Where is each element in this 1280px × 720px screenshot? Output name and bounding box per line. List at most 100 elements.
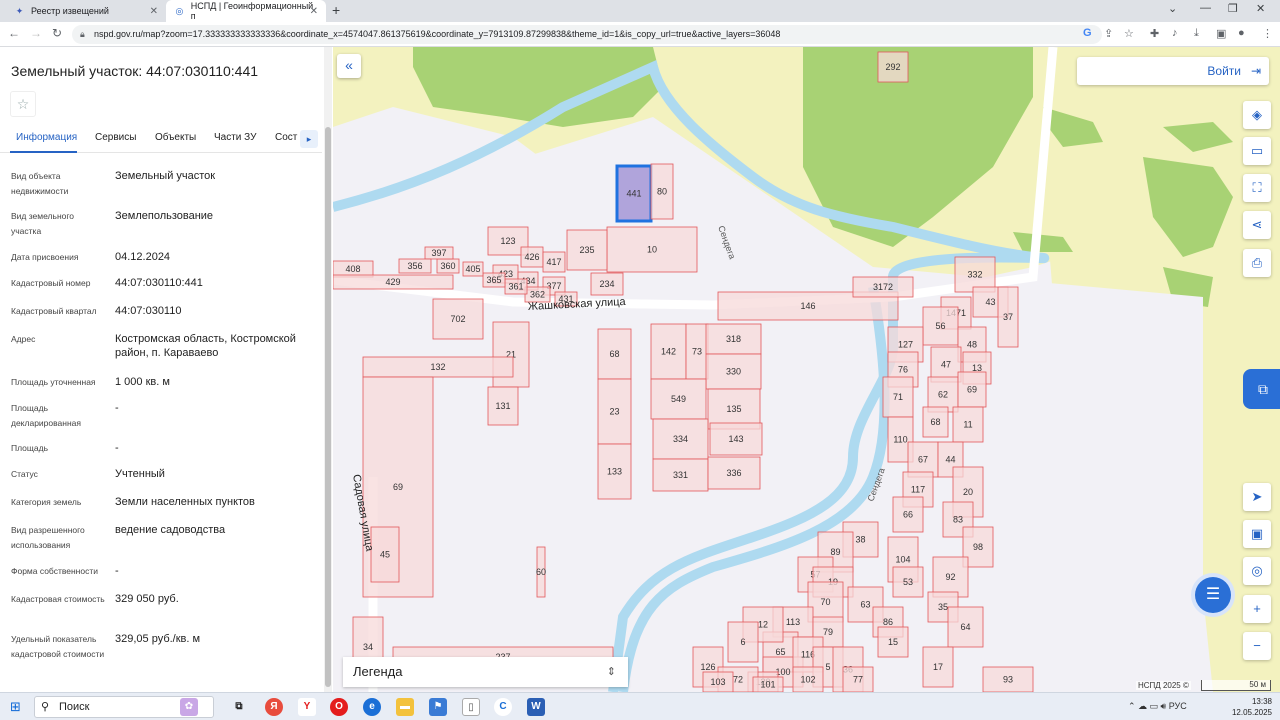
- tab-objects[interactable]: Объекты: [155, 132, 196, 143]
- edge-icon[interactable]: e: [363, 698, 381, 716]
- select-area-icon[interactable]: ⛶: [1243, 174, 1271, 202]
- tray-icons[interactable]: ⌃ ☁ ▭ 🔊︎ РУС: [1128, 701, 1187, 712]
- url-field[interactable]: 🔒︎ nspd.gov.ru/map?zoom=17.3333333333333…: [72, 25, 1102, 44]
- tab-parts[interactable]: Части ЗУ: [214, 132, 256, 143]
- zoom-out-button[interactable]: −: [1243, 632, 1271, 660]
- task-view-icon[interactable]: ⧉: [230, 698, 248, 716]
- parcel[interactable]: 102: [792, 666, 824, 692]
- parcel[interactable]: 56: [922, 306, 959, 346]
- parcel[interactable]: 60: [536, 546, 546, 598]
- parcel[interactable]: 142: [650, 323, 687, 380]
- collapse-panel-button[interactable]: «: [337, 54, 361, 78]
- parcel[interactable]: 143: [709, 422, 763, 456]
- parcel[interactable]: 405: [462, 261, 484, 277]
- restore-button[interactable]: ❐: [1228, 2, 1238, 15]
- parcel[interactable]: 80: [650, 163, 674, 220]
- parcel[interactable]: 361: [504, 278, 528, 295]
- network-app-icon[interactable]: ⚑: [429, 698, 447, 716]
- sidepanel-icon[interactable]: ▣: [1216, 27, 1226, 40]
- parcel[interactable]: 68: [922, 406, 949, 438]
- scrollbar-thumb[interactable]: [325, 127, 331, 687]
- new-tab-button[interactable]: +: [332, 2, 340, 18]
- parcel[interactable]: 234: [590, 272, 624, 296]
- parcel[interactable]: 3172: [852, 276, 914, 298]
- parcel[interactable]: 15: [877, 626, 909, 658]
- parcel[interactable]: 53: [892, 566, 924, 598]
- parcel[interactable]: 330: [705, 353, 762, 390]
- download-icon[interactable]: ⤓: [1194, 27, 1199, 40]
- parcel[interactable]: 441: [615, 164, 653, 223]
- services-badge-icon[interactable]: ⧉: [1243, 369, 1280, 409]
- zoom-in-button[interactable]: +: [1243, 595, 1271, 623]
- parcel[interactable]: 37: [997, 286, 1019, 348]
- parcel[interactable]: 6: [727, 621, 759, 663]
- print-icon[interactable]: ⎙: [1243, 249, 1271, 277]
- parcel[interactable]: 133: [597, 443, 632, 500]
- parcel[interactable]: 397: [424, 246, 454, 260]
- parcel[interactable]: 66: [892, 496, 924, 533]
- legend-dropdown[interactable]: Легенда ⇕: [343, 657, 628, 687]
- menu-icon[interactable]: ⋮: [1262, 27, 1273, 40]
- parcel[interactable]: 10: [606, 226, 698, 273]
- chat-icon[interactable]: ☰: [1195, 577, 1231, 613]
- parcel[interactable]: 93: [982, 666, 1034, 692]
- language-indicator[interactable]: РУС: [1169, 701, 1187, 711]
- media-icon[interactable]: ♪: [1172, 27, 1178, 39]
- close-tab-icon[interactable]: ✕: [150, 6, 158, 17]
- browser-tab-nspd[interactable]: ◎ НСПД | Геоинформационный п ✕: [166, 0, 326, 22]
- tab-information[interactable]: Информация: [16, 132, 77, 143]
- geolocation-icon[interactable]: ◎: [1243, 557, 1271, 585]
- reload-icon[interactable]: ↻: [52, 26, 62, 40]
- tabs-scroll-right-icon[interactable]: ▸: [300, 130, 318, 148]
- parcel[interactable]: 336: [707, 456, 761, 490]
- map-canvas[interactable]: 441 8029210235234123426 417423434 377431362…: [333, 47, 1280, 692]
- panel-scrollbar[interactable]: [324, 47, 332, 692]
- word-icon[interactable]: W: [527, 698, 545, 716]
- login-button[interactable]: Войти ⇥: [1077, 57, 1269, 85]
- share-icon[interactable]: ⋖: [1243, 211, 1271, 239]
- parcel[interactable]: 235: [566, 229, 608, 271]
- parcel[interactable]: 132: [362, 356, 514, 378]
- parcel[interactable]: 131: [487, 386, 519, 426]
- parcel[interactable]: 69: [957, 371, 987, 408]
- minimap-icon[interactable]: ▣: [1243, 520, 1271, 548]
- parcel[interactable]: 417: [542, 251, 566, 273]
- parcel[interactable]: 23: [597, 378, 632, 445]
- forward-icon[interactable]: →: [30, 26, 42, 40]
- parcel[interactable]: 360: [436, 258, 460, 274]
- yandex-browser-icon[interactable]: Y: [298, 698, 316, 716]
- tab-services[interactable]: Сервисы: [95, 132, 136, 143]
- back-icon[interactable]: ←: [8, 26, 20, 40]
- clock[interactable]: 13:38 12.05.2025: [1232, 696, 1272, 718]
- parcel[interactable]: 71: [882, 376, 914, 418]
- parcel[interactable]: 17: [922, 646, 954, 688]
- parcel[interactable]: 331: [652, 458, 709, 492]
- layers-icon[interactable]: ◈: [1243, 101, 1271, 129]
- parcel[interactable]: 73: [685, 323, 709, 380]
- parcel[interactable]: 365: [482, 272, 506, 288]
- map-view[interactable]: 441 80 292 10 235 234 123 426 417 423 434 377 431 362…: [333, 47, 1280, 692]
- opera-icon[interactable]: O: [330, 698, 348, 716]
- close-tab-icon[interactable]: ✕: [310, 6, 318, 17]
- locate-icon[interactable]: ➤: [1243, 483, 1271, 511]
- parcel[interactable]: 92: [932, 556, 969, 598]
- parcel[interactable]: 426: [520, 246, 544, 268]
- parcel[interactable]: 318: [705, 323, 762, 355]
- minimize-button[interactable]: —: [1200, 2, 1211, 14]
- parcel[interactable]: 11: [952, 406, 984, 443]
- parcel[interactable]: 356: [398, 258, 432, 274]
- bookmark-star-icon[interactable]: ☆: [1124, 27, 1134, 40]
- ruler-icon[interactable]: ▭: [1243, 137, 1271, 165]
- parcel[interactable]: 292: [877, 51, 909, 83]
- tab-composition[interactable]: Сост: [275, 132, 297, 143]
- extensions-icon[interactable]: ✚: [1150, 27, 1159, 40]
- folder-icon[interactable]: ▬: [396, 698, 414, 716]
- windows-start-icon[interactable]: ⊞: [10, 699, 21, 715]
- profile-icon[interactable]: ●: [1238, 27, 1245, 39]
- close-window-button[interactable]: ✕: [1256, 2, 1265, 15]
- browser-tab-registry[interactable]: ✦ Реестр извещений ✕: [6, 0, 166, 22]
- favorite-star-icon[interactable]: ☆: [10, 91, 36, 117]
- parcel[interactable]: 334: [652, 418, 709, 460]
- parcel[interactable]: 101: [752, 676, 784, 692]
- widget-icon[interactable]: ✿: [180, 698, 198, 716]
